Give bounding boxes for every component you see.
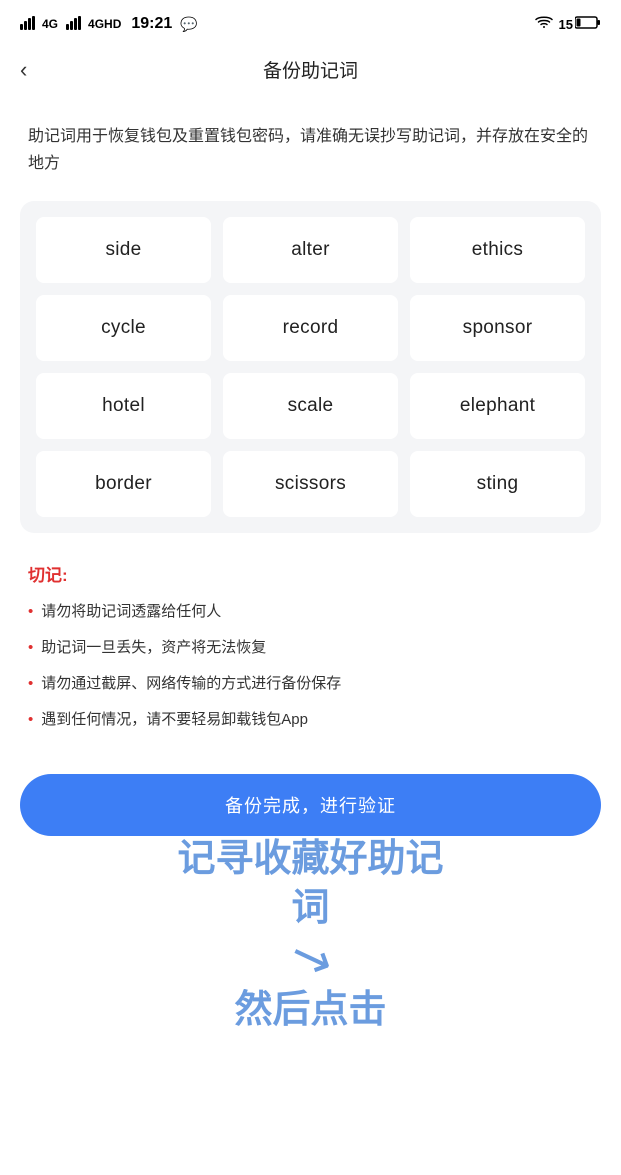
mnemonic-word-1: side [36,217,211,283]
mnemonic-word-11: scissors [223,451,398,517]
mnemonic-container: sidealterethics cyclerecordsponsor hotelsc… [20,201,601,533]
mnemonic-word-7: hotel [36,373,211,439]
mnemonic-word-3: ethics [410,217,585,283]
mnemonic-word-9: elephant [410,373,585,439]
remember-item-text-4: 遇到任何情况，请不要轻易卸载钱包App [41,708,308,732]
remember-item-2: • 助记词一旦丢失，资产将无法恢复 [28,636,593,660]
annotation-line3: 然后点击 [234,986,386,1035]
mnemonic-word-10: border [36,451,211,517]
status-bar: 4G 4GHD 19:21 💬 15 [0,0,621,44]
header: ‹ 备份助记词 [0,44,621,95]
description-text: 助记词用于恢复钱包及重置钱包密码，请准确无误抄写助记词，并存放在安全的地方 [0,95,621,201]
battery-percent-label: 15 [559,17,573,32]
network-label-1: 4G [42,17,58,31]
bullet-1: • [28,600,33,624]
remember-item-3: • 请勿通过截屏、网络传输的方式进行备份保存 [28,672,593,696]
remember-section: 切记: • 请勿将助记词透露给任何人 • 助记词一旦丢失，资产将无法恢复 • 请勿通过截屏… [0,561,621,764]
remember-item-text-3: 请勿通过截屏、网络传输的方式进行备份保存 [41,672,341,696]
bullet-3: • [28,672,33,696]
signal-icon-2 [66,16,84,33]
wechat-icon: 💬 [180,16,197,33]
mnemonic-word-4: cycle [36,295,211,361]
mnemonic-word-12: sting [410,451,585,517]
bullet-2: • [28,636,33,660]
annotation-arrow: ↙ [281,922,340,991]
remember-item-1: • 请勿将助记词透露给任何人 [28,600,593,624]
back-button[interactable]: ‹ [20,59,27,81]
signal-icon-1 [20,16,38,33]
bottom-button-area: 备份完成，进行验证 [0,764,621,864]
annotation-overlay: 记寻收藏好助记 词 ↙ 然后点击 [0,835,621,1035]
remember-title: 切记: [28,561,593,586]
remember-item-4: • 遇到任何情况，请不要轻易卸载钱包App [28,708,593,732]
annotation-line2: 词 [291,884,329,933]
mnemonic-word-6: sponsor [410,295,585,361]
mnemonic-word-5: record [223,295,398,361]
remember-item-text-1: 请勿将助记词透露给任何人 [41,600,221,624]
status-right: 15 [535,16,601,33]
page-title: 备份助记词 [263,56,358,83]
battery-icon [575,16,601,32]
confirm-button[interactable]: 备份完成，进行验证 [20,774,601,836]
remember-item-text-2: 助记词一旦丢失，资产将无法恢复 [41,636,266,660]
bullet-4: • [28,708,33,732]
wifi-icon [535,16,553,33]
mnemonic-word-8: scale [223,373,398,439]
status-left: 4G 4GHD 19:21 💬 [20,15,198,33]
time-label: 19:21 [131,15,172,33]
mnemonic-grid: sidealterethics cyclerecordsponsor hotelsc… [36,217,585,517]
mnemonic-word-2: alter [223,217,398,283]
network-label-2: 4GHD [88,17,121,31]
battery-container: 15 [559,16,601,32]
